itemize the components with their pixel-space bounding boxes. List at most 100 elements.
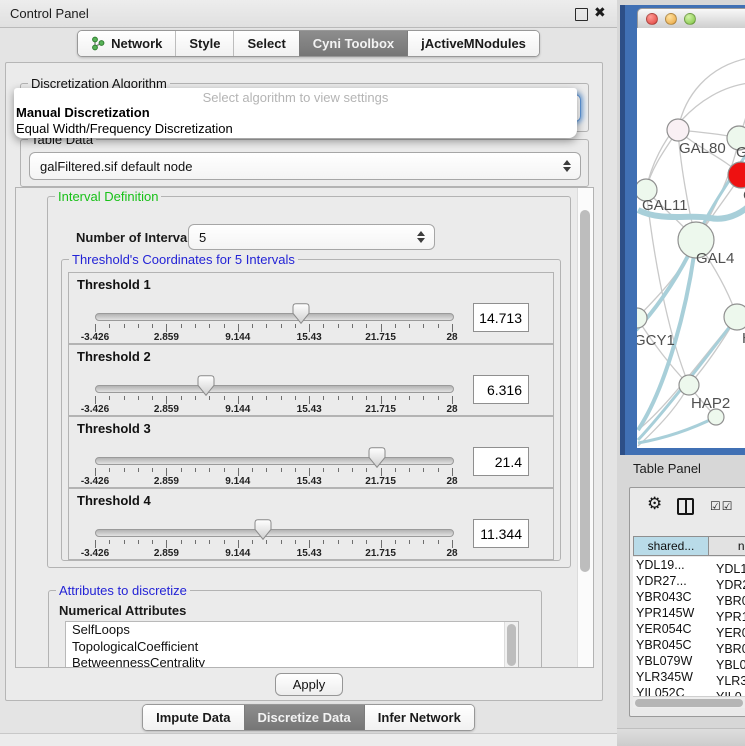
slider-thumb[interactable] xyxy=(254,519,272,541)
tab-jactivemnodules[interactable]: jActiveMNodules xyxy=(407,31,539,56)
tick-mark xyxy=(409,540,410,544)
tick-mark xyxy=(395,468,396,472)
zoom-traffic-light[interactable] xyxy=(684,13,696,25)
tick-mark xyxy=(323,540,324,544)
tab-infer-network[interactable]: Infer Network xyxy=(364,705,474,730)
tick-mark xyxy=(195,468,196,472)
threshold-label: Threshold 2 xyxy=(77,349,151,364)
network-node[interactable] xyxy=(724,304,745,330)
apply-button[interactable]: Apply xyxy=(275,673,343,696)
tab-label: Infer Network xyxy=(378,710,461,725)
tick-mark xyxy=(238,396,239,404)
tab-label: Network xyxy=(111,36,162,51)
tick-mark xyxy=(124,540,125,544)
column-header-name[interactable]: na xyxy=(709,536,745,556)
node-label-gal80: GAL80 xyxy=(679,140,726,157)
tick-mark xyxy=(395,540,396,544)
threshold-value-field[interactable]: 11.344 xyxy=(473,519,529,548)
tab-network[interactable]: Network xyxy=(78,31,175,56)
table-row[interactable]: YLR345WYLR3 xyxy=(633,669,745,685)
tab-cyni-toolbox[interactable]: Cyni Toolbox xyxy=(299,31,407,56)
table-row[interactable]: YER054CYER0 xyxy=(633,621,745,637)
tick-mark xyxy=(452,396,453,404)
table-row[interactable]: YPR145WYPR1 xyxy=(633,605,745,621)
table-row[interactable]: YDR27...YDR2 xyxy=(633,573,745,589)
scrollbar-thumb[interactable] xyxy=(635,699,743,707)
settings-scrollbar[interactable] xyxy=(577,188,593,667)
threshold-value-field[interactable]: 6.316 xyxy=(473,375,529,404)
attributes-group-label: Attributes to discretize xyxy=(56,583,190,598)
dropdown-option-manual-discretization[interactable]: Manual Discretization xyxy=(14,105,577,121)
attribute-item-topologicalcoefficient[interactable]: TopologicalCoefficient xyxy=(66,639,518,656)
tab-select[interactable]: Select xyxy=(233,31,298,56)
tick-mark xyxy=(109,468,110,472)
scrollbar-thumb[interactable] xyxy=(507,624,516,666)
tick-mark xyxy=(181,540,182,544)
tick-mark xyxy=(381,396,382,404)
gear-icon[interactable]: ⚙ xyxy=(647,496,662,513)
slider-track[interactable] xyxy=(95,457,454,465)
tick-mark xyxy=(295,324,296,328)
slider-track[interactable] xyxy=(95,529,454,537)
tab-impute-data[interactable]: Impute Data xyxy=(143,705,243,730)
table-row[interactable]: YIL052CYIL0 xyxy=(633,685,745,696)
tab-style[interactable]: Style xyxy=(175,31,233,56)
tick-mark xyxy=(395,324,396,328)
table-row[interactable]: YDL19...YDL1 xyxy=(633,557,745,573)
thresholds-group: Threshold's Coordinates for 5 Intervals … xyxy=(61,259,561,561)
slider-thumb[interactable] xyxy=(292,303,310,325)
tick-mark xyxy=(209,540,210,544)
cell-shared-name: YIL052C xyxy=(633,685,715,696)
slider-thumb[interactable] xyxy=(368,447,386,469)
tick-mark xyxy=(423,540,424,544)
table-row[interactable]: YBL079WYBL0 xyxy=(633,653,745,669)
attribute-list-scrollbar[interactable] xyxy=(504,622,518,668)
slider-track[interactable] xyxy=(95,385,454,393)
tick-label: 15.43 xyxy=(297,332,322,343)
dropdown-option-equal-width-frequency-discretization[interactable]: Equal Width/Frequency Discretization xyxy=(14,121,577,137)
network-node[interactable] xyxy=(679,375,699,395)
settings-scrollpane: Interval Definition Number of Intervals … xyxy=(15,187,594,668)
float-window-icon[interactable] xyxy=(575,8,588,21)
number-of-intervals-combobox[interactable]: 5 xyxy=(188,224,435,250)
tick-mark xyxy=(281,324,282,328)
slider-thumb[interactable] xyxy=(197,375,215,397)
columns-icon[interactable] xyxy=(677,498,694,515)
threshold-value-field[interactable]: 14.713 xyxy=(473,303,529,332)
threshold-row-2: Threshold 2-3.4262.8599.14415.4321.71528… xyxy=(68,344,554,416)
threshold-value-field[interactable]: 21.4 xyxy=(473,447,529,476)
minimize-traffic-light[interactable] xyxy=(665,13,677,25)
select-columns-checkboxes-icon[interactable]: ☑☑ xyxy=(710,499,734,513)
tick-mark xyxy=(252,468,253,472)
tab-discretize-data[interactable]: Discretize Data xyxy=(244,705,364,730)
tick-mark xyxy=(224,324,225,328)
table-row[interactable]: YBR043CYBR0 xyxy=(633,589,745,605)
window-title: Control Panel xyxy=(10,6,89,21)
attribute-item-selfloops[interactable]: SelfLoops xyxy=(66,622,518,639)
network-node[interactable] xyxy=(667,119,689,141)
tick-mark xyxy=(109,324,110,328)
close-traffic-light[interactable] xyxy=(646,13,658,25)
numerical-attributes-list[interactable]: SelfLoopsTopologicalCoefficientBetweenne… xyxy=(65,621,519,668)
tick-mark xyxy=(224,540,225,544)
tick-mark xyxy=(352,396,353,400)
network-node[interactable] xyxy=(637,308,647,328)
scrollbar-thumb[interactable] xyxy=(580,210,590,572)
table-horizontal-scrollbar[interactable] xyxy=(633,696,745,708)
network-window-titlebar xyxy=(637,8,745,30)
tick-label: 28 xyxy=(446,476,457,487)
slider-track[interactable] xyxy=(95,313,454,321)
table-rows[interactable]: YDL19...YDL1YDR27...YDR2YBR043CYBR0YPR14… xyxy=(633,557,745,696)
table-row[interactable]: YBR045CYBR0 xyxy=(633,637,745,653)
attribute-item-betweennesscentrality[interactable]: BetweennessCentrality xyxy=(66,655,518,668)
tick-mark xyxy=(138,540,139,544)
table-data-combobox[interactable]: galFiltered.sif default node xyxy=(29,152,581,180)
close-window-icon[interactable]: ✖ xyxy=(594,4,606,21)
window-bottom-edge xyxy=(0,733,617,746)
column-header-shared-name[interactable]: shared... xyxy=(633,536,709,556)
network-edge[interactable] xyxy=(678,58,745,130)
network-canvas[interactable]: GAL80GACGAL11GAL4GCY1HHAP2 xyxy=(637,28,745,448)
network-view-window: GAL80GACGAL11GAL4GCY1HHAP2 xyxy=(620,5,745,455)
network-edge[interactable] xyxy=(638,417,716,443)
tick-mark xyxy=(209,396,210,400)
